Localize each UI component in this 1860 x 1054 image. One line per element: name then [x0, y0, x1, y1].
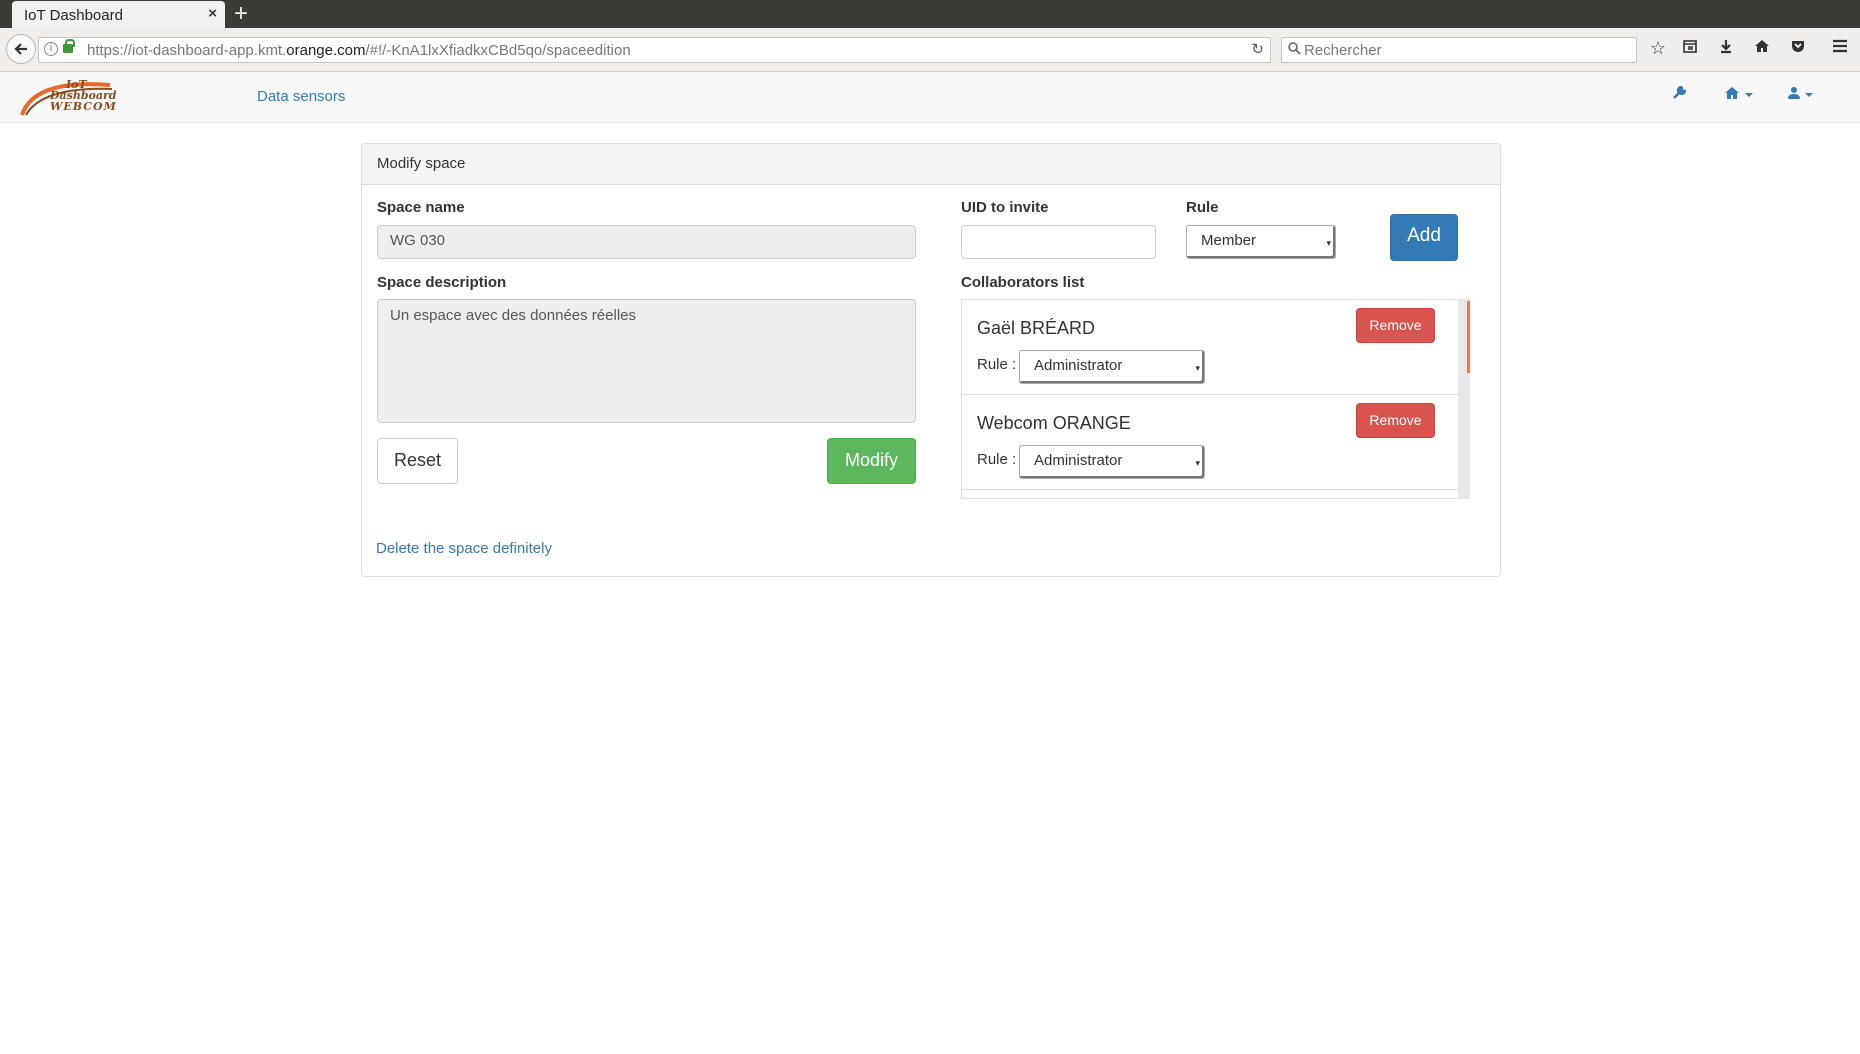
collaborators-list-label: Collaborators list — [961, 274, 1085, 291]
url-bar[interactable]: i https://iot-dashboard-app.kmt.orange.c… — [38, 37, 1271, 63]
panel-heading: Modify space — [362, 144, 1500, 185]
home-icon[interactable] — [1751, 38, 1773, 59]
bookmark-star-icon[interactable]: ☆ — [1647, 38, 1669, 59]
uid-to-invite-label: UID to invite — [961, 199, 1049, 216]
collaborators-scrollbar-thumb[interactable] — [1467, 301, 1470, 373]
list-item: Gaël BRÉARD Remove Rule : Administrator … — [962, 300, 1459, 395]
collaborator-rule-value: Administrator — [1034, 452, 1123, 469]
reload-icon[interactable]: ↻ — [1251, 40, 1264, 58]
user-icon — [1788, 87, 1800, 99]
tab-title: IoT Dashboard — [24, 7, 123, 24]
menu-icon[interactable] — [1829, 38, 1851, 59]
search-icon — [1288, 42, 1301, 55]
list-item: Webcom ORANGE Remove Rule : Administrato… — [962, 395, 1459, 490]
search-placeholder: Rechercher — [1304, 42, 1382, 59]
add-collaborator-button[interactable]: Add — [1390, 214, 1458, 261]
reset-button[interactable]: Reset — [377, 438, 458, 484]
new-tab-button[interactable]: + — [234, 1, 248, 27]
collaborator-rule-select[interactable]: Administrator ▾ — [1019, 445, 1205, 479]
remove-collaborator-button[interactable]: Remove — [1356, 403, 1435, 438]
collaborator-name: Webcom ORANGE — [977, 413, 1131, 433]
chevron-down-icon: ▾ — [1326, 238, 1331, 248]
remove-collaborator-button[interactable]: Remove — [1356, 308, 1435, 343]
back-button[interactable] — [6, 34, 36, 64]
collaborator-rule-label: Rule : — [977, 451, 1017, 468]
space-name-input[interactable]: WG 030 — [377, 225, 916, 259]
caret-down-icon — [1745, 93, 1754, 97]
rule-select-value: Member — [1201, 232, 1257, 249]
pocket-icon[interactable] — [1787, 38, 1809, 59]
rule-label: Rule — [1186, 199, 1219, 216]
collaborator-rule-value: Administrator — [1034, 357, 1123, 374]
collaborator-name: Gaël BRÉARD — [977, 318, 1096, 338]
chevron-down-icon: ▾ — [1195, 458, 1200, 468]
wrench-icon[interactable] — [1672, 85, 1687, 104]
user-menu-dropdown[interactable] — [1788, 86, 1814, 104]
browser-toolbar: i https://iot-dashboard-app.kmt.orange.c… — [0, 28, 1860, 72]
search-bar[interactable]: Rechercher — [1281, 37, 1637, 63]
browser-tab[interactable]: IoT Dashboard × — [12, 1, 225, 28]
chevron-down-icon: ▾ — [1195, 363, 1200, 373]
space-name-label: Space name — [377, 199, 465, 216]
space-description-label: Space description — [377, 274, 507, 291]
home-icon — [1725, 87, 1739, 99]
collaborators-list[interactable]: Gaël BRÉARD Remove Rule : Administrator … — [961, 299, 1470, 499]
download-icon[interactable] — [1715, 38, 1737, 59]
arrow-left-icon — [14, 43, 27, 55]
collaborator-rule-select[interactable]: Administrator ▾ — [1019, 350, 1205, 384]
lock-icon — [63, 39, 75, 53]
rule-select[interactable]: Member ▾ — [1186, 225, 1336, 259]
modify-button[interactable]: Modify — [827, 438, 916, 484]
uid-to-invite-input[interactable] — [961, 225, 1156, 259]
app-navbar: IoT Dashboard WEBCOM Data sensors — [0, 72, 1860, 123]
caret-down-icon — [1805, 93, 1814, 97]
nav-link-data-sensors[interactable]: Data sensors — [257, 88, 345, 105]
browser-tab-strip: IoT Dashboard × + — [0, 0, 1860, 28]
space-description-textarea[interactable]: Un espace avec des données réelles — [377, 299, 916, 423]
delete-space-link[interactable]: Delete the space definitely — [376, 540, 552, 557]
collaborator-rule-label: Rule : — [977, 356, 1017, 373]
info-icon[interactable]: i — [44, 42, 58, 56]
home-menu-dropdown[interactable] — [1724, 86, 1754, 104]
close-tab-icon[interactable]: × — [208, 5, 217, 22]
iot-dashboard-logo[interactable]: IoT Dashboard WEBCOM — [20, 77, 120, 117]
bookmarks-library-icon[interactable] — [1679, 38, 1701, 59]
url-text[interactable]: https://iot-dashboard-app.kmt.orange.com… — [87, 42, 631, 59]
